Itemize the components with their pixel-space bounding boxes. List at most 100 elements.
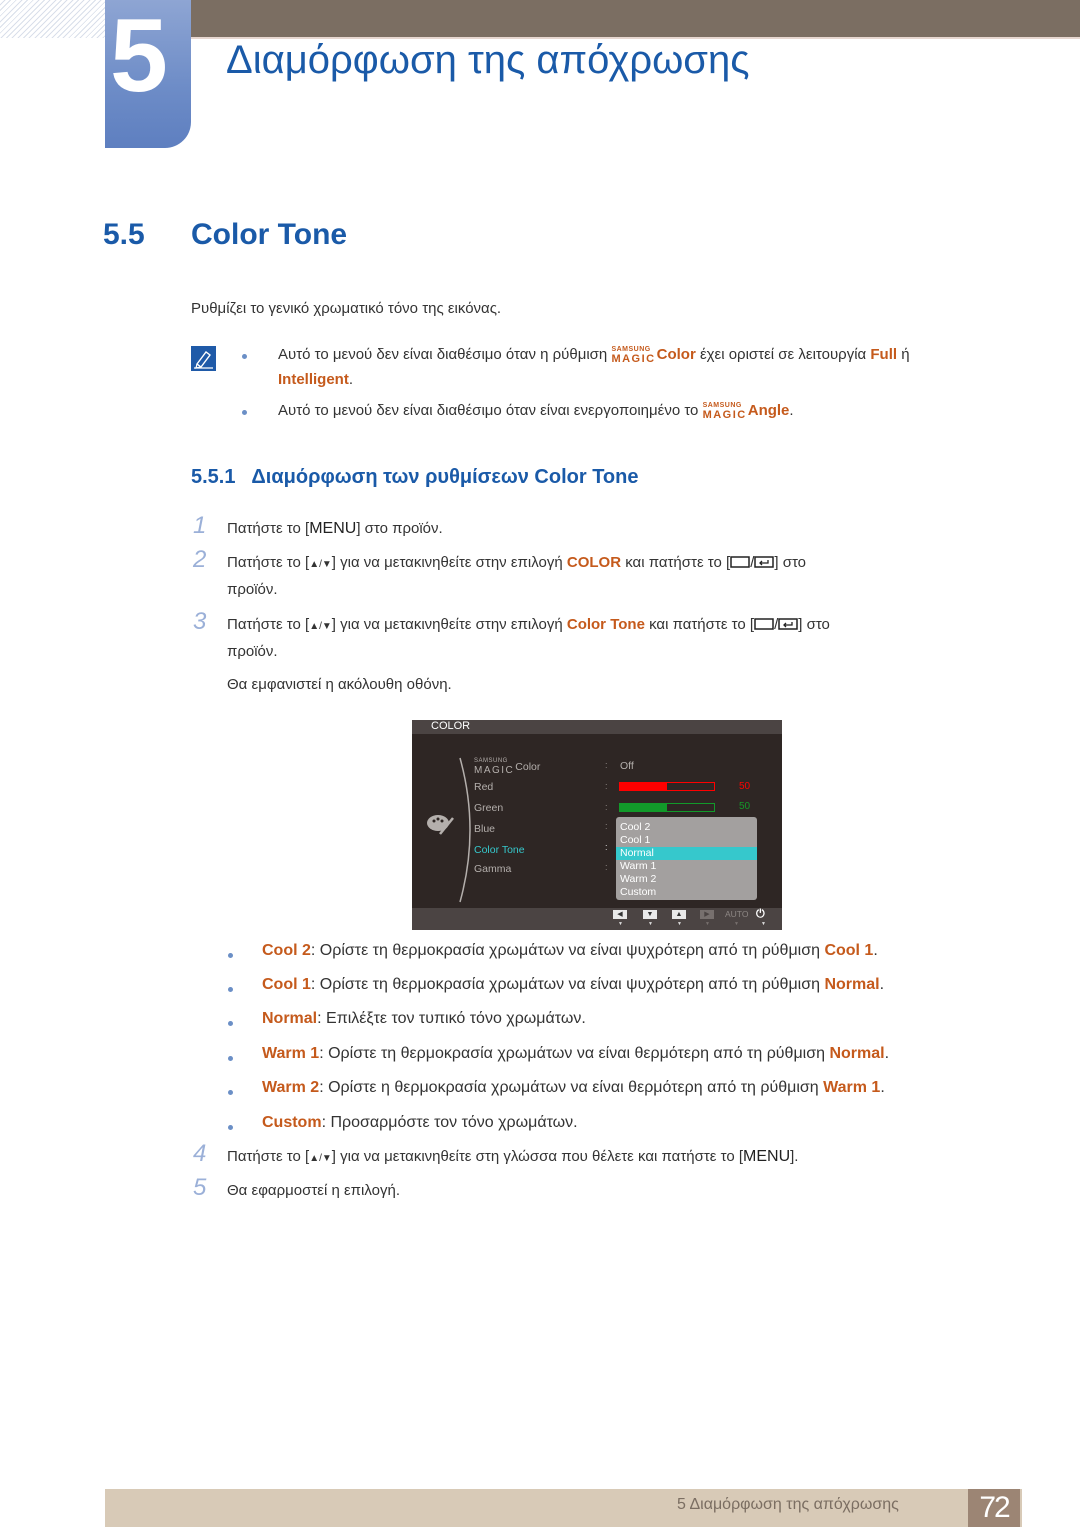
palette-icon [427, 815, 454, 835]
power-icon: ⏻ [756, 908, 765, 920]
chapter-title: Διαμόρφωση της απόχρωσης [226, 38, 750, 82]
highlight-term: Color Tone [566, 616, 645, 633]
step-3-cont: προϊόν. [227, 643, 278, 660]
header-hatch-decoration [0, 0, 105, 38]
bullet-icon [228, 1125, 233, 1130]
step-3-note: Θα εμφανιστεί η ακόλουθη οθόνη. [227, 676, 452, 693]
osd-row-magic-color: SAMSUNG MAGIC Color [474, 757, 540, 776]
brand-bottom: MAGIC [611, 353, 656, 365]
option-ref: Cool 1 [824, 942, 874, 959]
right-icon: ▶ [700, 910, 714, 919]
bullet-icon [228, 1056, 233, 1061]
dropdown-option: Warm 2 [620, 873, 657, 885]
samsung-magic-logo: SAMSUNG MAGIC [703, 402, 747, 421]
green-slider-fill [620, 804, 667, 811]
option-warm2: Warm 2: Ορίστε η θερμοκρασία χρωμάτων να… [262, 1075, 885, 1100]
osd-label-color-tone: Color Tone [474, 844, 525, 856]
header-bar [190, 0, 1080, 39]
step-text: ] στο προϊόν. [356, 520, 443, 537]
step-text: και πατήστε το [ [621, 554, 731, 571]
samsung-magic-logo: SAMSUNG MAGIC [611, 346, 655, 365]
step-2-cont: προϊόν. [227, 581, 278, 598]
step-text: ] για να μετακινηθείτε στη γλώσσα που θέ… [331, 1148, 744, 1165]
note-text: Αυτό το μενού δεν είναι διαθέσιμο όταν η… [278, 346, 612, 363]
option-text: . [880, 1079, 885, 1096]
note-item-1: Αυτό το μενού δεν είναι διαθέσιμο όταν η… [278, 342, 910, 367]
option-normal: Normal: Επιλέξτε τον τυπικό τόνο χρωμάτω… [262, 1006, 586, 1031]
section-intro: Ρυθμίζει το γενικό χρωματικό τόνο της ει… [191, 300, 502, 317]
note-text: ή [897, 346, 910, 363]
indicator-icon: ▼ [648, 921, 653, 927]
left-icon: ◀ [613, 910, 627, 919]
step-text: ] για να μετακινηθείτε στην επιλογή [331, 554, 567, 571]
step-5: Θα εφαρμοστεί η επιλογή. [227, 1182, 400, 1199]
bullet-icon [228, 953, 233, 958]
step-text: Πατήστε το [ [227, 616, 310, 633]
indicator-icon: ▼ [734, 921, 739, 927]
option-ref: Warm 1 [823, 1079, 881, 1096]
option-text: : Ορίστε τη θερμοκρασία χρωμάτων να είνα… [310, 976, 825, 993]
bullet-icon [228, 1090, 233, 1095]
option-name: Normal [262, 1010, 318, 1027]
red-slider [619, 782, 715, 791]
green-slider [619, 803, 715, 812]
option-text: . [873, 942, 878, 959]
osd-value-magic-color: Off [620, 760, 634, 772]
step-text: ] στο [798, 616, 830, 633]
source-enter-icon [754, 614, 774, 630]
osd-colon: : [605, 760, 608, 770]
option-text: : Ορίστε τη θερμοκρασία χρωμάτων να είνα… [319, 1045, 830, 1062]
section-number: 5.5 [103, 218, 145, 251]
option-name: Warm 2 [262, 1079, 320, 1096]
note-pencil-icon [191, 346, 216, 371]
highlight-term: Intelligent [278, 371, 349, 388]
step-text: Πατήστε το [ [227, 1148, 310, 1165]
step-text: και πατήστε το [ [644, 616, 755, 633]
option-text: . [884, 1045, 890, 1062]
menu-key: MENU [309, 520, 357, 537]
note-text: . [789, 402, 794, 419]
indicator-icon: ▼ [761, 921, 766, 927]
brand-bottom: MAGIC [474, 765, 515, 776]
osd-menu-screenshot: COLOR SAMSUNG MAGIC Color : Off Red : 50 G… [412, 720, 782, 930]
step-3: Πατήστε το [▲/▼] για να μετακινηθείτε στ… [227, 614, 830, 633]
option-text: . [879, 976, 885, 993]
up-down-arrows-icon: ▲/▼ [309, 621, 332, 632]
option-text: : Ορίστε τη θερμοκρασία χρωμάτων να είνα… [310, 942, 825, 959]
step-text: ] στο [774, 554, 807, 571]
up-down-arrows-icon: ▲/▼ [309, 1153, 332, 1164]
option-text: : Ορίστε η θερμοκρασία χρωμάτων να είναι… [319, 1079, 824, 1096]
bullet-icon [228, 987, 233, 992]
up-down-arrows-icon: ▲/▼ [309, 559, 332, 570]
note-text: . [348, 371, 354, 388]
dropdown-option: Cool 2 [620, 821, 651, 833]
option-text: : Προσαρμόστε τον τόνο χρωμάτων. [321, 1114, 578, 1131]
page-number: 72 [968, 1489, 1020, 1527]
auto-label: AUTO [725, 909, 749, 919]
bullet-icon [242, 354, 247, 359]
brand-word: Color [656, 346, 696, 363]
note-text: Αυτό το μενού δεν είναι διαθέσιμο όταν ε… [278, 402, 703, 419]
indicator-icon: ▼ [677, 921, 682, 927]
osd-colon: : [605, 821, 608, 831]
dropdown-option: Warm 1 [620, 860, 657, 872]
osd-label-blue: Blue [474, 823, 496, 835]
indicator-icon: ▼ [618, 921, 623, 927]
option-text: : Επιλέξτε τον τυπικό τόνο χρωμάτων. [317, 1010, 586, 1027]
osd-label: Color [515, 761, 541, 773]
footer-chapter-label: 5 Διαμόρφωση της απόχρωσης [677, 1496, 899, 1513]
brand-word: Angle [747, 402, 790, 419]
subsection-title: 5.5.1 Διαμόρφωση των ρυθμίσεων Color Ton… [191, 466, 639, 488]
option-name: Custom [262, 1114, 322, 1131]
step-number: 3 [193, 608, 207, 635]
osd-colon: : [605, 802, 608, 812]
note-text: έχει οριστεί σε λειτουργία [695, 346, 871, 363]
step-number: 1 [193, 512, 207, 539]
dropdown-option: Cool 1 [620, 834, 651, 846]
highlight-term: Full [870, 346, 898, 363]
step-1: Πατήστε το [MENU] στο προϊόν. [227, 516, 443, 541]
down-icon: ▼ [643, 910, 657, 919]
bullet-icon [242, 410, 247, 415]
brand-top: SAMSUNG [474, 758, 508, 764]
option-name: Cool 2 [262, 942, 311, 959]
